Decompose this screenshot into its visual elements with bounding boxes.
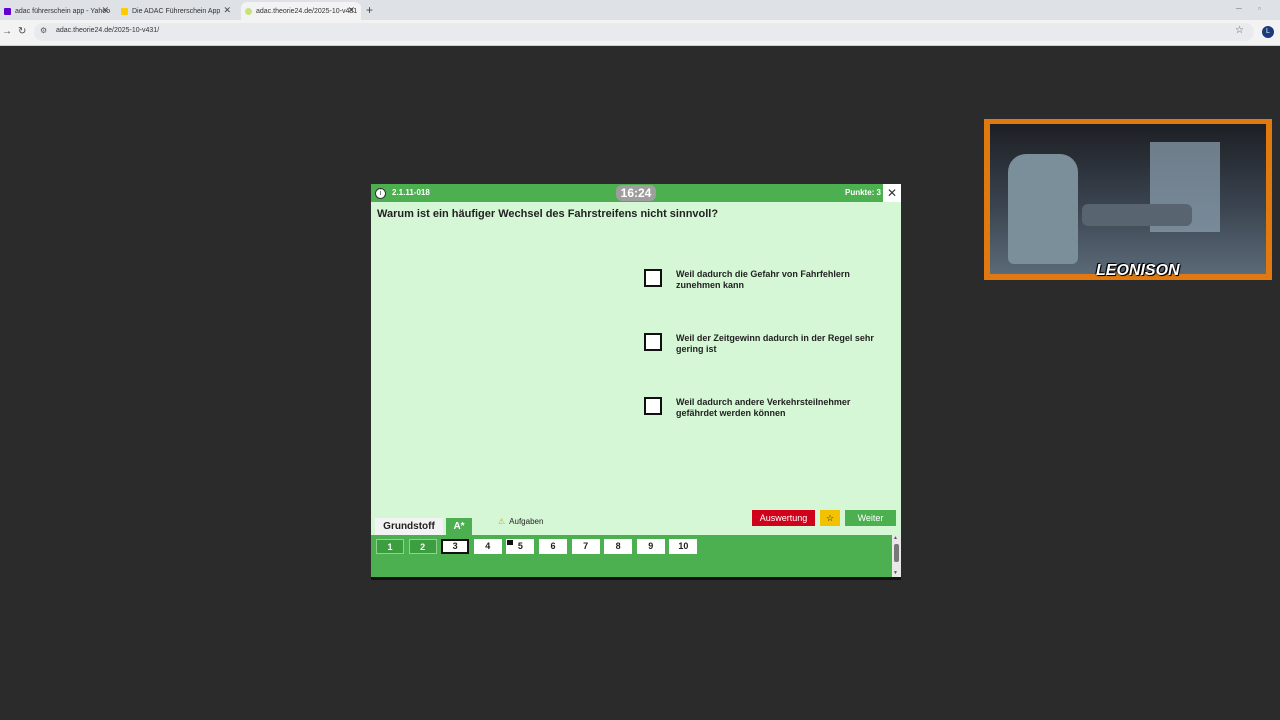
answer-text: Weil dadurch die Gefahr von Fahrfehlern … — [676, 269, 850, 290]
tab-grundstoff[interactable]: Grundstoff — [375, 518, 443, 535]
question-number-8[interactable]: 8 — [604, 539, 633, 554]
scroll-up-icon[interactable]: ▲ — [893, 535, 898, 541]
forward-icon[interactable]: → — [2, 26, 12, 37]
maximize-icon[interactable]: ▫ — [1258, 4, 1261, 13]
scrollbar[interactable]: ▲ ▼ — [892, 535, 901, 577]
question-number-1[interactable]: 1 — [376, 539, 404, 554]
quiz-header: i 2.1.11-018 16:24 Punkte: 3 ✕ — [371, 184, 901, 202]
new-tab-button[interactable]: + — [366, 3, 373, 17]
address-bar-row: → ↻ ⚙ adac.theorie24.de/2025-10-v431/ ☆ — [0, 20, 1280, 46]
webcam-desk — [1082, 204, 1192, 226]
quiz-bottom-edge — [371, 577, 901, 580]
tab-title: adac führerschein app - Yahoo — [15, 7, 111, 15]
reload-icon[interactable]: ↻ — [18, 26, 26, 37]
answer-text: Weil dadurch andere Verkehrsteilnehmer g… — [676, 397, 851, 418]
close-tab-icon[interactable]: ✕ — [347, 5, 355, 16]
question-number-6[interactable]: 6 — [539, 539, 567, 554]
adac-favicon-icon — [121, 7, 128, 15]
tab-title: adac.theorie24.de/2025-10-v431 — [256, 7, 358, 15]
question-number-2[interactable]: 2 — [408, 539, 437, 554]
flag-icon — [507, 540, 514, 545]
question-number-7[interactable]: 7 — [571, 539, 600, 554]
question-number-3[interactable]: 3 — [441, 539, 470, 554]
timer: 16:24 — [616, 185, 656, 201]
question-id: 2.1.11-018 — [392, 188, 430, 197]
webcam-video — [990, 124, 1266, 274]
scroll-down-icon[interactable]: ▼ — [893, 570, 898, 576]
yahoo-favicon-icon — [4, 7, 11, 15]
close-icon[interactable]: ✕ — [883, 184, 901, 202]
minimize-icon[interactable]: ─ — [1236, 4, 1242, 13]
site-info-icon[interactable]: ⚙ — [40, 26, 47, 35]
browser-tab-yahoo[interactable]: adac führerschein app - Yahoo ✕ — [0, 2, 115, 20]
browser-tab-adac-app[interactable]: Die ADAC Führerschein App ✕ — [117, 2, 237, 20]
auswertung-button[interactable]: Auswertung — [752, 510, 815, 526]
profile-avatar[interactable]: L — [1262, 26, 1274, 38]
aufgaben-label: Aufgaben — [509, 517, 544, 526]
tab-class-a[interactable]: A* — [446, 518, 472, 535]
webcam-overlay: LEONISON — [984, 119, 1272, 280]
close-tab-icon[interactable]: ✕ — [101, 5, 109, 16]
weiter-button[interactable]: Weiter — [845, 510, 896, 526]
question-number-9[interactable]: 9 — [636, 539, 665, 554]
points-label: Punkte: 3 — [844, 188, 881, 197]
question-number-bar: 1 2 3 4 5 6 7 8 9 10 ▲ ▼ — [371, 535, 901, 577]
tab-title: Die ADAC Führerschein App — [132, 7, 221, 15]
browser-tab-bar: adac führerschein app - Yahoo ✕ Die ADAC… — [0, 0, 1280, 20]
question-text: Warum ist ein häufiger Wechsel des Fahrs… — [377, 208, 719, 220]
warning-icon: ⚠ — [498, 517, 506, 526]
answer-text: Weil der Zeitgewinn dadurch in der Regel… — [676, 333, 874, 354]
url-field[interactable]: ⚙ adac.theorie24.de/2025-10-v431/ ☆ — [34, 23, 1254, 41]
url-text: adac.theorie24.de/2025-10-v431/ — [56, 27, 160, 34]
quiz-window: i 2.1.11-018 16:24 Punkte: 3 ✕ Warum ist… — [371, 184, 901, 580]
answer-checkbox[interactable] — [644, 397, 662, 415]
info-icon[interactable]: i — [375, 188, 386, 199]
browser-tab-theorie24[interactable]: adac.theorie24.de/2025-10-v431 ✕ — [241, 2, 361, 20]
close-tab-icon[interactable]: ✕ — [223, 5, 231, 16]
question-number-5[interactable]: 5 — [506, 539, 535, 554]
answer-checkbox[interactable] — [644, 333, 662, 351]
webcam-chair — [1008, 154, 1078, 264]
star-button[interactable]: ☆ — [820, 510, 840, 526]
question-number-4[interactable]: 4 — [473, 539, 502, 554]
theorie24-favicon-icon — [245, 7, 252, 15]
aufgaben-link[interactable]: ⚠ Aufgaben — [498, 517, 543, 526]
answer-checkbox[interactable] — [644, 269, 662, 287]
streamer-logo: LEONISON — [1096, 262, 1180, 279]
question-number-10[interactable]: 10 — [669, 539, 698, 554]
scrollbar-thumb[interactable] — [894, 544, 899, 562]
bookmark-star-icon[interactable]: ☆ — [1235, 25, 1244, 36]
